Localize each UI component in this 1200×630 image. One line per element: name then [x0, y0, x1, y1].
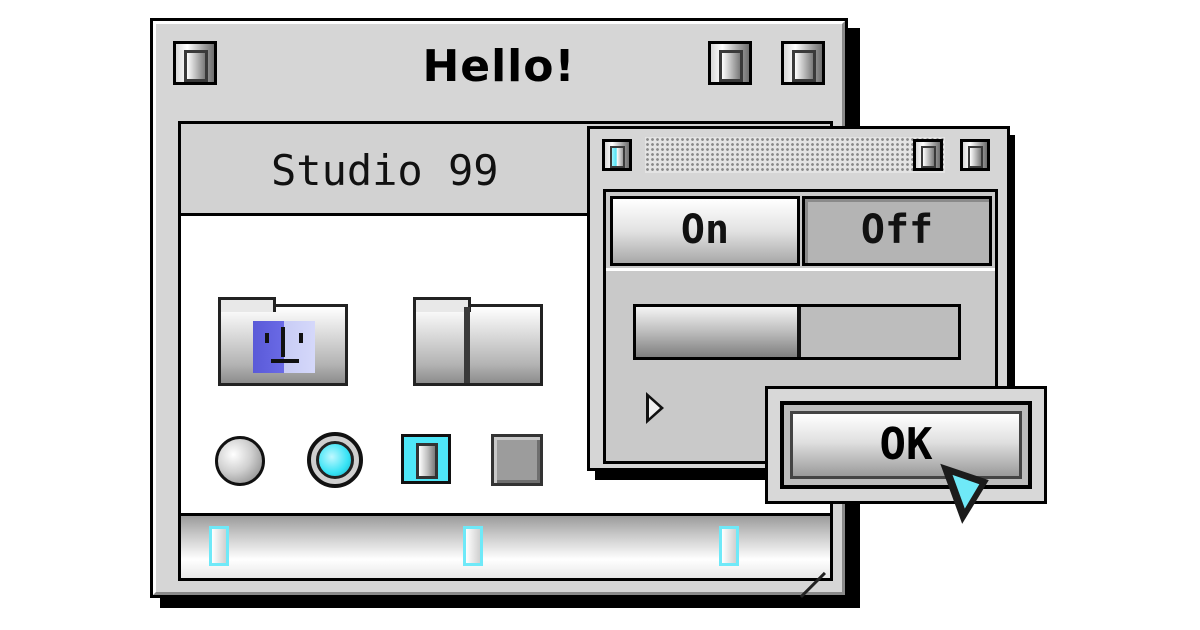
header-label: Studio 99: [271, 146, 499, 195]
folder-icon[interactable]: [413, 297, 543, 386]
finder-folder-icon[interactable]: [218, 297, 348, 386]
segment-off-button[interactable]: Off: [802, 196, 992, 266]
scroll-thumb[interactable]: [209, 526, 229, 566]
finder-mouth: [271, 359, 299, 363]
collapse-box-button[interactable]: [781, 41, 825, 85]
folder-divider: [464, 307, 470, 383]
palette-close-box-button[interactable]: [602, 139, 632, 171]
disclosure-triangle-icon[interactable]: [646, 392, 664, 424]
finder-nose: [281, 327, 285, 357]
palette-collapse-box-button[interactable]: [960, 139, 990, 171]
ok-button-frame[interactable]: OK: [780, 401, 1032, 489]
checkbox-checked[interactable]: [401, 434, 451, 484]
segment-divider: [606, 268, 995, 271]
segment-on-button[interactable]: On: [610, 196, 800, 266]
finder-eye: [299, 333, 303, 343]
checkbox-unchecked[interactable]: [491, 434, 543, 486]
ok-button[interactable]: OK: [790, 411, 1022, 479]
palette-title-bar[interactable]: [590, 129, 1007, 184]
scroll-thumb[interactable]: [463, 526, 483, 566]
radio-button-unselected[interactable]: [215, 436, 265, 486]
ok-dialog: OK: [765, 386, 1047, 504]
zoom-box-button[interactable]: [708, 41, 752, 85]
horizontal-scrollbar[interactable]: [181, 513, 830, 578]
folder-tab: [218, 297, 276, 312]
folder-tab: [413, 297, 471, 312]
grow-box-icon[interactable]: [800, 548, 830, 578]
palette-zoom-box-button[interactable]: [913, 139, 943, 171]
progress-fill: [636, 307, 801, 357]
finder-eye: [265, 333, 269, 343]
progress-bar: [633, 304, 961, 360]
title-bar-texture: [645, 137, 945, 173]
radio-button-selected[interactable]: [307, 432, 363, 488]
finder-face-icon: [253, 321, 315, 373]
scroll-thumb[interactable]: [719, 526, 739, 566]
